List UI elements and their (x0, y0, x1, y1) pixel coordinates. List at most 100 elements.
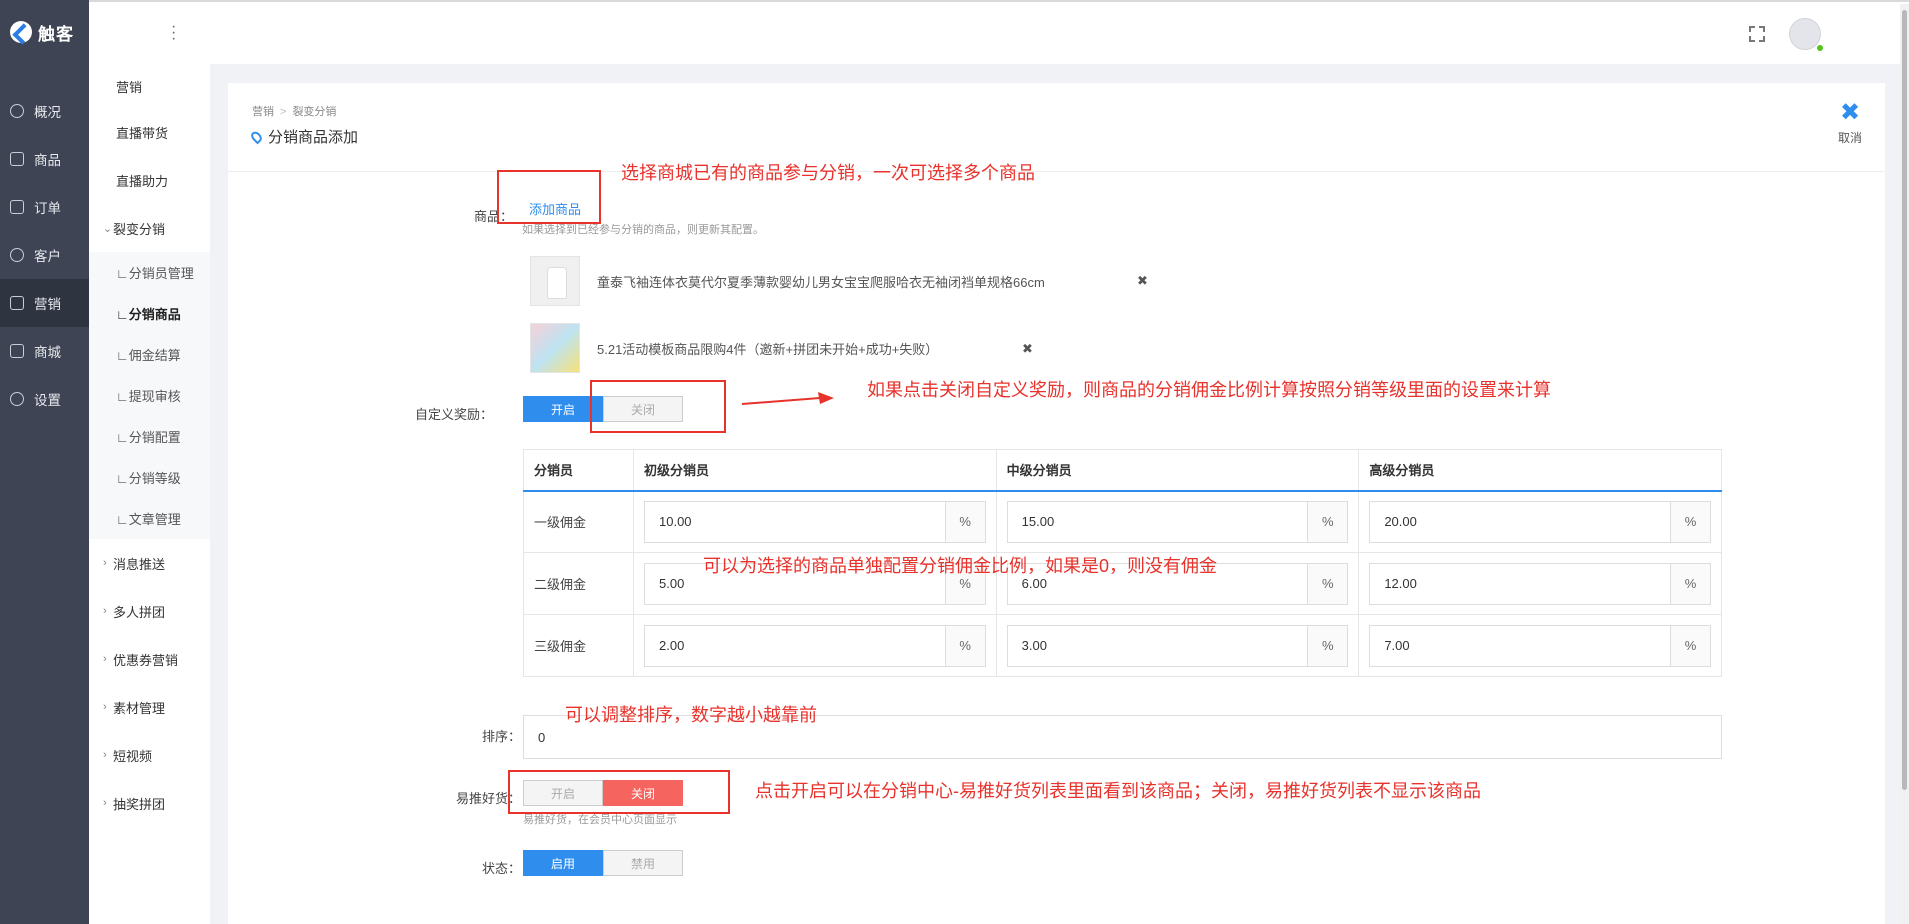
annotation-box (497, 170, 601, 224)
product-item: 童泰飞袖连体衣莫代尔夏季薄款婴幼儿男女宝宝爬服哈衣无袖闭裆单规格66cm (530, 256, 1045, 306)
chevron-right-icon: › (103, 605, 107, 617)
subnav-group-label: 多人拼团 (113, 604, 166, 620)
remove-product-icon[interactable]: ✖ (1022, 341, 1033, 357)
sub-nav: 营销 直播带货 直播助力 ⌄ 裂变分销 ∟分销员管理 ∟分销商品 ∟佣金结算 ∟… (89, 0, 210, 924)
user-icon (10, 248, 24, 262)
table-header: 初级分销员 (633, 449, 997, 492)
annotation-text: 点击开启可以在分销中心-易推好货列表里面看到该商品；关闭，易推好货列表不显示该商… (755, 781, 1481, 801)
subnav-group-messages[interactable]: › 消息推送 (89, 539, 210, 587)
recommend-label: 易推好货： (455, 791, 521, 806)
nav-item-label: 概况 (34, 105, 61, 120)
annotation-text: 选择商城已有的商品参与分销，一次可选择多个商品 (621, 163, 1035, 183)
subnav-child-articles[interactable]: ∟文章管理 (89, 498, 210, 539)
commission-input[interactable] (1007, 625, 1308, 666)
chevron-right-icon: › (103, 701, 107, 713)
percent-unit: % (944, 501, 985, 542)
nav-item-orders[interactable]: 订单 (0, 183, 89, 231)
location-pin-icon (249, 129, 264, 144)
subnav-child-withdraw[interactable]: ∟提现审核 (89, 375, 210, 416)
nav-item-overview[interactable]: 概况 (0, 87, 89, 135)
nav-item-customers[interactable]: 客户 (0, 231, 89, 279)
custom-reward-label: 自定义奖励： (414, 407, 493, 422)
dashboard-icon (10, 104, 24, 118)
breadcrumb-item[interactable]: 裂变分销 (292, 106, 336, 118)
close-icon: ✖ (1839, 99, 1861, 126)
nav-item-marketing[interactable]: 营销 (0, 279, 89, 327)
nav-item-settings[interactable]: 设置 (0, 375, 89, 423)
subnav-item-live-boost[interactable]: 直播助力 (89, 156, 210, 204)
scrollbar-thumb[interactable] (1902, 10, 1907, 790)
tag-icon (10, 296, 24, 310)
logo-icon (10, 21, 32, 43)
percent-unit: % (1670, 501, 1710, 542)
sort-label: 排序： (481, 729, 521, 744)
commission-input[interactable] (1007, 501, 1308, 542)
subnav-group-lottery[interactable]: › 抽奖拼团 (89, 779, 210, 827)
subnav-group-fission[interactable]: ⌄ 裂变分销 (89, 204, 210, 252)
table-row: 一级佣金 % % % (523, 490, 1722, 553)
table-header: 分销员 (523, 449, 634, 492)
annotation-arrow-icon (741, 392, 834, 405)
subnav-item-live-sales[interactable]: 直播带货 (89, 108, 210, 156)
chevron-down-icon: ⌄ (103, 222, 113, 235)
subnav-group-label: 抽奖拼团 (113, 796, 166, 812)
commission-input[interactable] (645, 625, 945, 666)
table-header: 高级分销员 (1358, 449, 1722, 492)
subnav-group-videos[interactable]: › 短视频 (89, 731, 210, 779)
status-disable-button[interactable]: 禁用 (603, 850, 683, 876)
avatar[interactable] (1789, 18, 1823, 51)
subnav-group-label: 优惠券营销 (113, 652, 179, 668)
row-label: 二级佣金 (523, 552, 634, 615)
subnav-group-materials[interactable]: › 素材管理 (89, 683, 210, 731)
annotation-text: 可以为选择的商品单独配置分销佣金比例，如果是0，则没有佣金 (703, 556, 1218, 576)
remove-product-icon[interactable]: ✖ (1137, 273, 1148, 289)
fullscreen-icon[interactable] (1749, 26, 1765, 42)
commission-input[interactable] (1370, 501, 1670, 542)
commission-input[interactable] (1370, 625, 1670, 666)
product-thumbnail (530, 256, 580, 306)
product-name: 5.21活动模板商品限购4件（邀新+拼团未开始+成功+失败） (597, 341, 939, 357)
nav-item-label: 订单 (34, 201, 61, 216)
subnav-group-coupons[interactable]: › 优惠券营销 (89, 635, 210, 683)
cancel-button[interactable]: ✖ 取消 (1825, 100, 1875, 146)
cancel-label: 取消 (1837, 131, 1862, 145)
row-label: 一级佣金 (523, 490, 634, 553)
more-icon[interactable]: · · · (171, 19, 176, 47)
percent-unit: % (1307, 625, 1348, 666)
subnav-group-label: 裂变分销 (113, 221, 166, 237)
calendar-icon (10, 200, 24, 214)
breadcrumb-item[interactable]: 营销 (252, 106, 274, 118)
brand-logo[interactable]: 触客 (0, 0, 89, 64)
annotation-box (508, 770, 730, 814)
nav-item-mall[interactable]: 商城 (0, 327, 89, 375)
percent-unit: % (944, 625, 985, 666)
commission-input[interactable] (645, 501, 945, 542)
subnav-child-config[interactable]: ∟分销配置 (89, 416, 210, 457)
table-header: 中级分销员 (996, 449, 1360, 492)
nav-item-products[interactable]: 商品 (0, 135, 89, 183)
status-enable-button[interactable]: 启用 (523, 850, 603, 876)
percent-unit: % (1307, 501, 1348, 542)
product-name: 童泰飞袖连体衣莫代尔夏季薄款婴幼儿男女宝宝爬服哈衣无袖闭裆单规格66cm (597, 274, 1045, 290)
chevron-right-icon: › (103, 797, 107, 809)
percent-unit: % (1670, 625, 1710, 666)
subnav-child-products[interactable]: ∟分销商品 (89, 293, 210, 334)
commission-input[interactable] (1370, 563, 1670, 604)
brand-name: 触客 (38, 24, 74, 44)
shop-icon (10, 344, 24, 358)
subnav-group-groupbuy[interactable]: › 多人拼团 (89, 587, 210, 635)
annotation-text: 如果点击关闭自定义奖励，则商品的分销佣金比例计算按照分销等级里面的设置来计算 (867, 380, 1551, 400)
percent-unit: % (1670, 563, 1710, 604)
subnav-item-marketing[interactable]: 营销 (89, 64, 210, 108)
nav-item-label: 设置 (34, 393, 61, 408)
nav-item-label: 客户 (34, 249, 61, 264)
table-row: 三级佣金 % % % (523, 614, 1722, 677)
chevron-right-icon: › (103, 557, 107, 569)
annotation-box (590, 380, 726, 433)
top-bar: · · · (89, 0, 1909, 64)
divider (228, 171, 1885, 172)
subnav-child-distributors[interactable]: ∟分销员管理 (89, 252, 210, 293)
subnav-child-levels[interactable]: ∟分销等级 (89, 457, 210, 498)
subnav-child-settlement[interactable]: ∟佣金结算 (89, 334, 210, 375)
breadcrumb: 营销 > 裂变分销 (252, 103, 336, 119)
